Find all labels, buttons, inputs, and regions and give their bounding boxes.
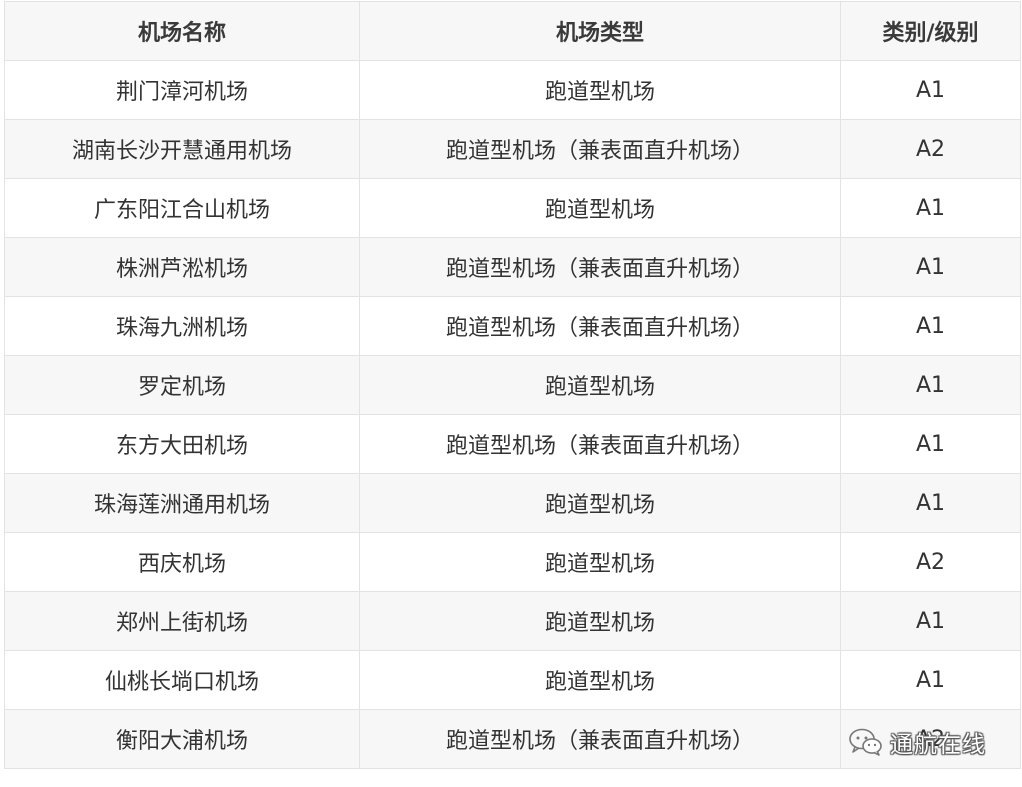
table-row: 广东阳江合山机场 跑道型机场 A1	[4, 178, 1021, 238]
cell-airport-name: 广东阳江合山机场	[4, 178, 360, 238]
table-row: 东方大田机场 跑道型机场（兼表面直升机场） A1	[4, 414, 1021, 474]
header-airport-type: 机场类型	[359, 1, 841, 61]
cell-category-level: A1	[840, 473, 1021, 533]
cell-category-level: A2	[840, 119, 1021, 179]
table-row: 湖南长沙开慧通用机场 跑道型机场（兼表面直升机场） A2	[4, 119, 1021, 179]
cell-airport-type: 跑道型机场（兼表面直升机场）	[359, 296, 841, 356]
cell-airport-name: 西庆机场	[4, 532, 360, 592]
cell-airport-name: 仙桃长埫口机场	[4, 650, 360, 710]
cell-airport-type: 跑道型机场	[359, 473, 841, 533]
cell-airport-name: 郑州上街机场	[4, 591, 360, 651]
cell-airport-name: 东方大田机场	[4, 414, 360, 474]
cell-airport-name: 荆门漳河机场	[4, 60, 360, 120]
cell-airport-name: 湖南长沙开慧通用机场	[4, 119, 360, 179]
cell-category-level: A1	[840, 414, 1021, 474]
cell-category-level: A1	[840, 650, 1021, 710]
header-category-level: 类别/级别	[840, 1, 1021, 61]
cell-category-level: A1	[840, 296, 1021, 356]
cell-airport-type: 跑道型机场（兼表面直升机场）	[359, 119, 841, 179]
table-row: 郑州上街机场 跑道型机场 A1	[4, 591, 1021, 651]
cell-airport-type: 跑道型机场	[359, 650, 841, 710]
cell-category-level: A1	[840, 591, 1021, 651]
cell-airport-type: 跑道型机场	[359, 532, 841, 592]
cell-airport-type: 跑道型机场（兼表面直升机场）	[359, 237, 841, 297]
cell-airport-type: 跑道型机场	[359, 178, 841, 238]
cell-airport-type: 跑道型机场	[359, 60, 841, 120]
table-row: 荆门漳河机场 跑道型机场 A1	[4, 60, 1021, 120]
table-row: 罗定机场 跑道型机场 A1	[4, 355, 1021, 415]
cell-category-level: A2	[840, 709, 1021, 769]
table-header-row: 机场名称 机场类型 类别/级别	[4, 1, 1021, 61]
cell-category-level: A1	[840, 178, 1021, 238]
cell-airport-name: 珠海莲洲通用机场	[4, 473, 360, 533]
table-row: 株洲芦淞机场 跑道型机场（兼表面直升机场） A1	[4, 237, 1021, 297]
cell-airport-type: 跑道型机场	[359, 591, 841, 651]
airport-table-container: 机场名称 机场类型 类别/级别 荆门漳河机场 跑道型机场 A1 湖南长沙开慧通用…	[4, 1, 1021, 769]
table-row: 衡阳大浦机场 跑道型机场（兼表面直升机场） A2	[4, 709, 1021, 769]
cell-airport-name: 株洲芦淞机场	[4, 237, 360, 297]
cell-airport-name: 衡阳大浦机场	[4, 709, 360, 769]
cell-airport-type: 跑道型机场（兼表面直升机场）	[359, 709, 841, 769]
cell-category-level: A1	[840, 237, 1021, 297]
table-row: 珠海九洲机场 跑道型机场（兼表面直升机场） A1	[4, 296, 1021, 356]
table-row: 西庆机场 跑道型机场 A2	[4, 532, 1021, 592]
cell-airport-type: 跑道型机场	[359, 355, 841, 415]
cell-airport-name: 珠海九洲机场	[4, 296, 360, 356]
cell-category-level: A1	[840, 60, 1021, 120]
cell-airport-name: 罗定机场	[4, 355, 360, 415]
airport-table: 机场名称 机场类型 类别/级别 荆门漳河机场 跑道型机场 A1 湖南长沙开慧通用…	[4, 1, 1021, 769]
table-row: 珠海莲洲通用机场 跑道型机场 A1	[4, 473, 1021, 533]
cell-airport-type: 跑道型机场（兼表面直升机场）	[359, 414, 841, 474]
cell-category-level: A1	[840, 355, 1021, 415]
header-airport-name: 机场名称	[4, 1, 360, 61]
table-row: 仙桃长埫口机场 跑道型机场 A1	[4, 650, 1021, 710]
cell-category-level: A2	[840, 532, 1021, 592]
